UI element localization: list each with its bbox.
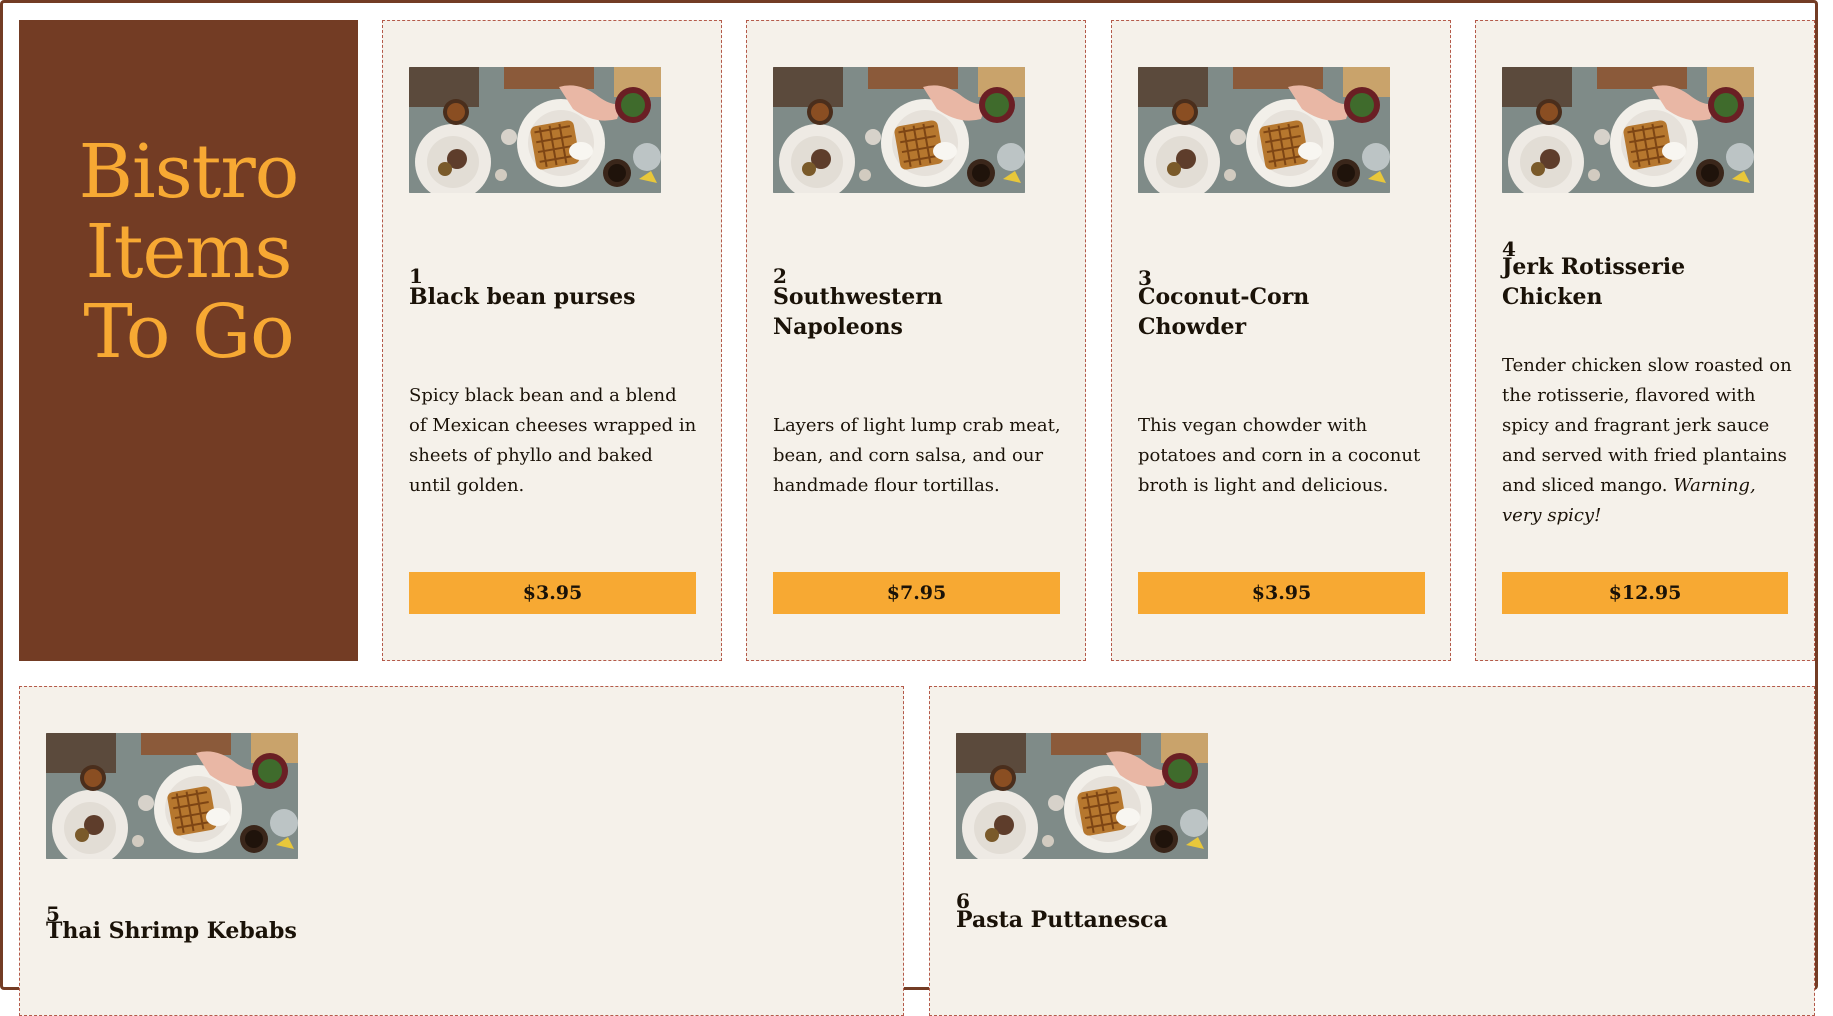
item-description: Tender chicken slow roasted on the rotis… <box>1502 351 1792 531</box>
price-button[interactable]: $3.95 <box>409 572 696 614</box>
item-name: Pasta Puttanesca <box>956 907 1168 933</box>
food-image <box>1138 67 1390 193</box>
brand-title-line2: Items <box>85 209 293 295</box>
food-image <box>46 733 298 859</box>
food-image <box>1502 67 1754 193</box>
brand-panel: Bistro Items To Go <box>19 20 358 661</box>
item-description: Spicy black bean and a blend of Mexican … <box>409 385 697 496</box>
price-button[interactable]: $3.95 <box>1138 572 1425 614</box>
menu-card-1: 1 Black bean purses Spicy black bean and… <box>382 20 722 661</box>
item-description: This vegan chowder with potatoes and cor… <box>1138 415 1421 496</box>
food-image <box>956 733 1208 859</box>
menu-card-5: 5 Thai Shrimp Kebabs <box>19 686 904 1016</box>
item-name: Coconut-Corn Chowder <box>1138 284 1310 340</box>
item-description: Layers of light lump crab meat, bean, an… <box>773 415 1061 496</box>
menu-card-6: 6 Pasta Puttanesca <box>929 686 1815 1016</box>
price-button[interactable]: $12.95 <box>1502 572 1788 614</box>
food-image <box>409 67 661 193</box>
menu-card-4: 4 Jerk Rotisserie Chicken Tender chicken… <box>1475 20 1815 661</box>
item-name: Black bean purses <box>409 284 636 310</box>
menu-card-3: 3 Coconut-Corn Chowder This vegan chowde… <box>1111 20 1451 661</box>
menu-card-2: 2 Southwestern Napoleons Layers of light… <box>746 20 1086 661</box>
brand-title: Bistro Items To Go <box>19 132 358 372</box>
item-name: Jerk Rotisserie Chicken <box>1502 254 1686 310</box>
brand-title-line1: Bistro <box>78 129 300 215</box>
brand-title-line3: To Go <box>83 289 294 375</box>
price-button[interactable]: $7.95 <box>773 572 1060 614</box>
food-image <box>773 67 1025 193</box>
item-name: Southwestern Napoleons <box>773 284 943 340</box>
item-name: Thai Shrimp Kebabs <box>46 918 297 944</box>
